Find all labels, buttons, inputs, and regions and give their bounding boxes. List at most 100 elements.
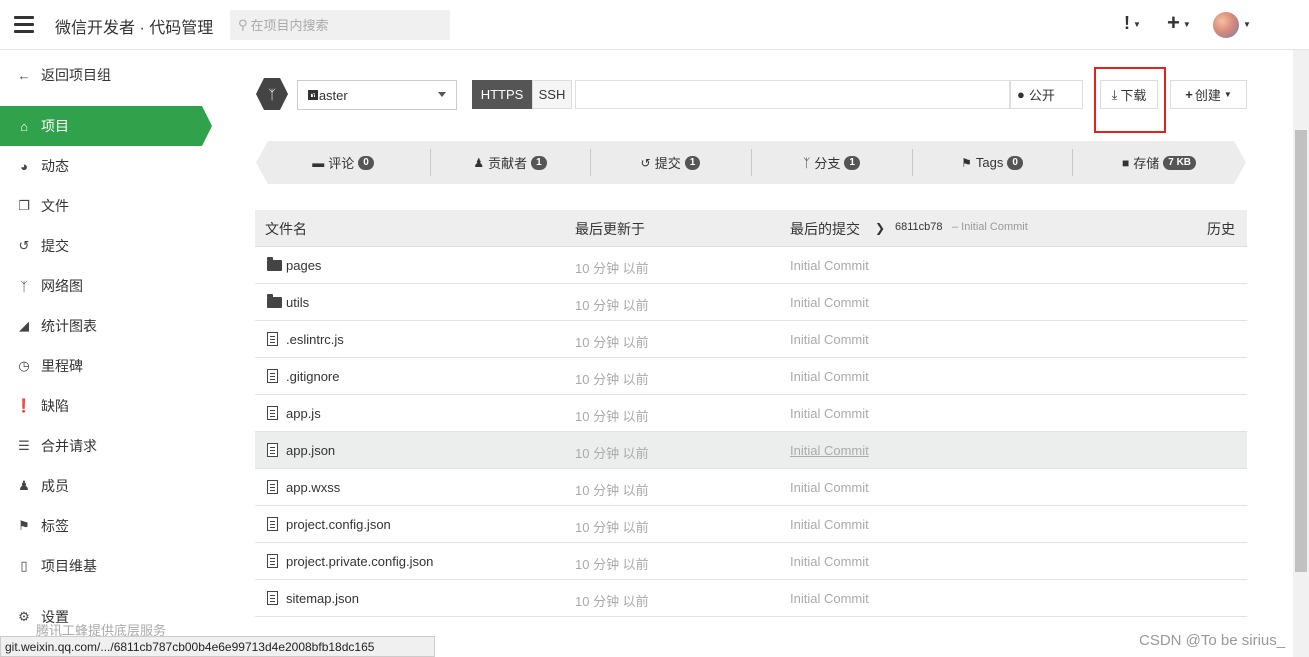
file-commit-link[interactable]: Initial Commit (790, 517, 869, 532)
tags-icon: ⚑ (961, 155, 972, 170)
table-row[interactable]: sitemap.json 10 分钟 以前 Initial Commit (255, 580, 1247, 617)
file-commit-link[interactable]: Initial Commit (790, 443, 869, 458)
stat-comments[interactable]: ▬ 评论 0 (256, 141, 430, 184)
file-icon (267, 369, 278, 383)
file-commit-link[interactable]: Initial Commit (790, 554, 869, 569)
sidebar-item-activity[interactable]: ◕ 动态 (0, 146, 212, 186)
sidebar-item-files[interactable]: ❐ 文件 (0, 186, 212, 226)
stat-count-badge: 1 (844, 155, 860, 170)
sidebar-item-label: 项目维基 (41, 558, 97, 574)
last-commit-hash[interactable]: 6811cb78 (895, 221, 943, 233)
alerts-dropdown[interactable]: ! ▼ (1124, 13, 1141, 34)
stat-tags[interactable]: ⚑ Tags 0 (912, 141, 1072, 184)
sidebar-item-wiki[interactable]: ▯ 项目维基 (0, 546, 212, 586)
table-header: 文件名 最后更新于 最后的提交 ❯ 6811cb78 – Initial Com… (255, 210, 1247, 247)
file-name-link[interactable]: pages (286, 258, 321, 273)
branch-select[interactable]: master (297, 80, 457, 110)
file-icon (267, 480, 278, 494)
sidebar-item-labels[interactable]: ⚑ 标签 (0, 506, 212, 546)
column-header-updated: 最后更新于 (575, 221, 645, 237)
file-table: 文件名 最后更新于 最后的提交 ❯ 6811cb78 – Initial Com… (255, 210, 1247, 617)
stat-commits[interactable]: ↺ 提交 1 (590, 141, 751, 184)
sidebar-item-merge-requests[interactable]: ☰ 合并请求 (0, 426, 212, 466)
https-button[interactable]: HTTPS (472, 80, 532, 109)
file-name-link[interactable]: app.js (286, 406, 321, 421)
sidebar-item-label: 里程碑 (41, 358, 83, 374)
tags-icon: ⚑ (18, 518, 30, 533)
sidebar-item-commits[interactable]: ↺ 提交 (0, 226, 212, 266)
table-row[interactable]: .eslintrc.js 10 分钟 以前 Initial Commit (255, 321, 1247, 358)
stat-branches[interactable]: ᛉ 分支 1 (751, 141, 912, 184)
file-commit-link[interactable]: Initial Commit (790, 369, 869, 384)
back-to-group-link[interactable]: ← 返回项目组 (0, 55, 212, 95)
file-name-link[interactable]: app.json (286, 443, 335, 458)
table-row[interactable]: pages 10 分钟 以前 Initial Commit (255, 247, 1247, 284)
last-commit-message[interactable]: – Initial Commit (952, 221, 1028, 233)
file-name-link[interactable]: sitemap.json (286, 591, 359, 606)
file-commit-link[interactable]: Initial Commit (790, 332, 869, 347)
file-name-link[interactable]: project.private.config.json (286, 554, 433, 569)
file-name-link[interactable]: app.wxss (286, 480, 340, 495)
plus-icon: + (1167, 10, 1180, 35)
table-row[interactable]: app.json 10 分钟 以前 Initial Commit (255, 432, 1247, 469)
file-name-link[interactable]: .eslintrc.js (286, 332, 344, 347)
sidebar-item-label: 统计图表 (41, 318, 97, 334)
create-dropdown-button[interactable]: + 创建 ▼ (1170, 80, 1247, 109)
arrow-left-icon: ← (17, 67, 31, 83)
chevron-right-icon: ❯ (875, 221, 886, 235)
file-name-link[interactable]: utils (286, 295, 309, 310)
chevron-down-icon[interactable]: ▼ (1243, 20, 1251, 29)
file-icon (267, 591, 278, 605)
sidebar-item-label: 缺陷 (41, 398, 69, 414)
table-row[interactable]: .gitignore 10 分钟 以前 Initial Commit (255, 358, 1247, 395)
file-name-link[interactable]: .gitignore (286, 369, 339, 384)
file-commit-link[interactable]: Initial Commit (790, 295, 869, 310)
exclamation-icon: ! (1124, 13, 1130, 33)
ssh-button[interactable]: SSH (532, 80, 572, 109)
sidebar-item-members[interactable]: ♟ 成员 (0, 466, 212, 506)
chevron-down-icon: ▼ (1223, 90, 1232, 99)
menu-icon[interactable] (14, 16, 34, 33)
caret-down-icon (438, 92, 446, 97)
column-header-name: 文件名 (265, 221, 307, 237)
table-row[interactable]: app.wxss 10 分钟 以前 Initial Commit (255, 469, 1247, 506)
file-updated: 10 分钟 以前 (575, 409, 649, 424)
search-box[interactable]: ⚲ (230, 10, 450, 40)
file-commit-link[interactable]: Initial Commit (790, 258, 869, 273)
folder-icon: ■ (1121, 155, 1130, 170)
annotation-highlight-box (1094, 67, 1166, 133)
sidebar-item-network[interactable]: ᛉ 网络图 (0, 266, 212, 306)
sidebar-item-project[interactable]: ⌂ 项目 (0, 106, 212, 146)
file-name-link[interactable]: project.config.json (286, 517, 391, 532)
sidebar-item-milestones[interactable]: ◷ 里程碑 (0, 346, 212, 386)
sidebar-item-issues[interactable]: ❗ 缺陷 (0, 386, 212, 426)
avatar[interactable] (1213, 12, 1239, 38)
area-chart-icon: ◢ (19, 318, 29, 333)
book-icon: ▯ (20, 558, 28, 573)
branch-icon: ᛉ (803, 155, 811, 170)
plus-icon: + (1185, 87, 1193, 102)
file-icon (267, 554, 278, 568)
history-link[interactable]: 历史 (1207, 219, 1235, 239)
stat-contributors[interactable]: ♟ 贡献者 1 (430, 141, 590, 184)
app-title[interactable]: 微信开发者 · 代码管理 (55, 14, 213, 38)
table-row[interactable]: utils 10 分钟 以前 Initial Commit (255, 284, 1247, 321)
file-icon (267, 517, 278, 531)
file-updated: 10 分钟 以前 (575, 446, 649, 461)
folder-icon (267, 294, 282, 308)
search-input[interactable] (250, 17, 441, 33)
file-commit-link[interactable]: Initial Commit (790, 591, 869, 606)
clone-url-input[interactable] (575, 80, 1010, 109)
create-dropdown[interactable]: + ▼ (1167, 10, 1191, 36)
table-row[interactable]: project.config.json 10 分钟 以前 Initial Com… (255, 506, 1247, 543)
stat-storage[interactable]: ■ 存储 7 KB (1072, 141, 1246, 184)
sidebar-item-graphs[interactable]: ◢ 统计图表 (0, 306, 212, 346)
table-row[interactable]: app.js 10 分钟 以前 Initial Commit (255, 395, 1247, 432)
sidebar-item-label: 返回项目组 (41, 67, 111, 83)
table-row[interactable]: project.private.config.json 10 分钟 以前 Ini… (255, 543, 1247, 580)
scrollbar-thumb[interactable] (1295, 130, 1307, 572)
sidebar-item-label: 动态 (41, 158, 69, 174)
file-commit-link[interactable]: Initial Commit (790, 406, 869, 421)
file-updated: 10 分钟 以前 (575, 520, 649, 535)
file-commit-link[interactable]: Initial Commit (790, 480, 869, 495)
